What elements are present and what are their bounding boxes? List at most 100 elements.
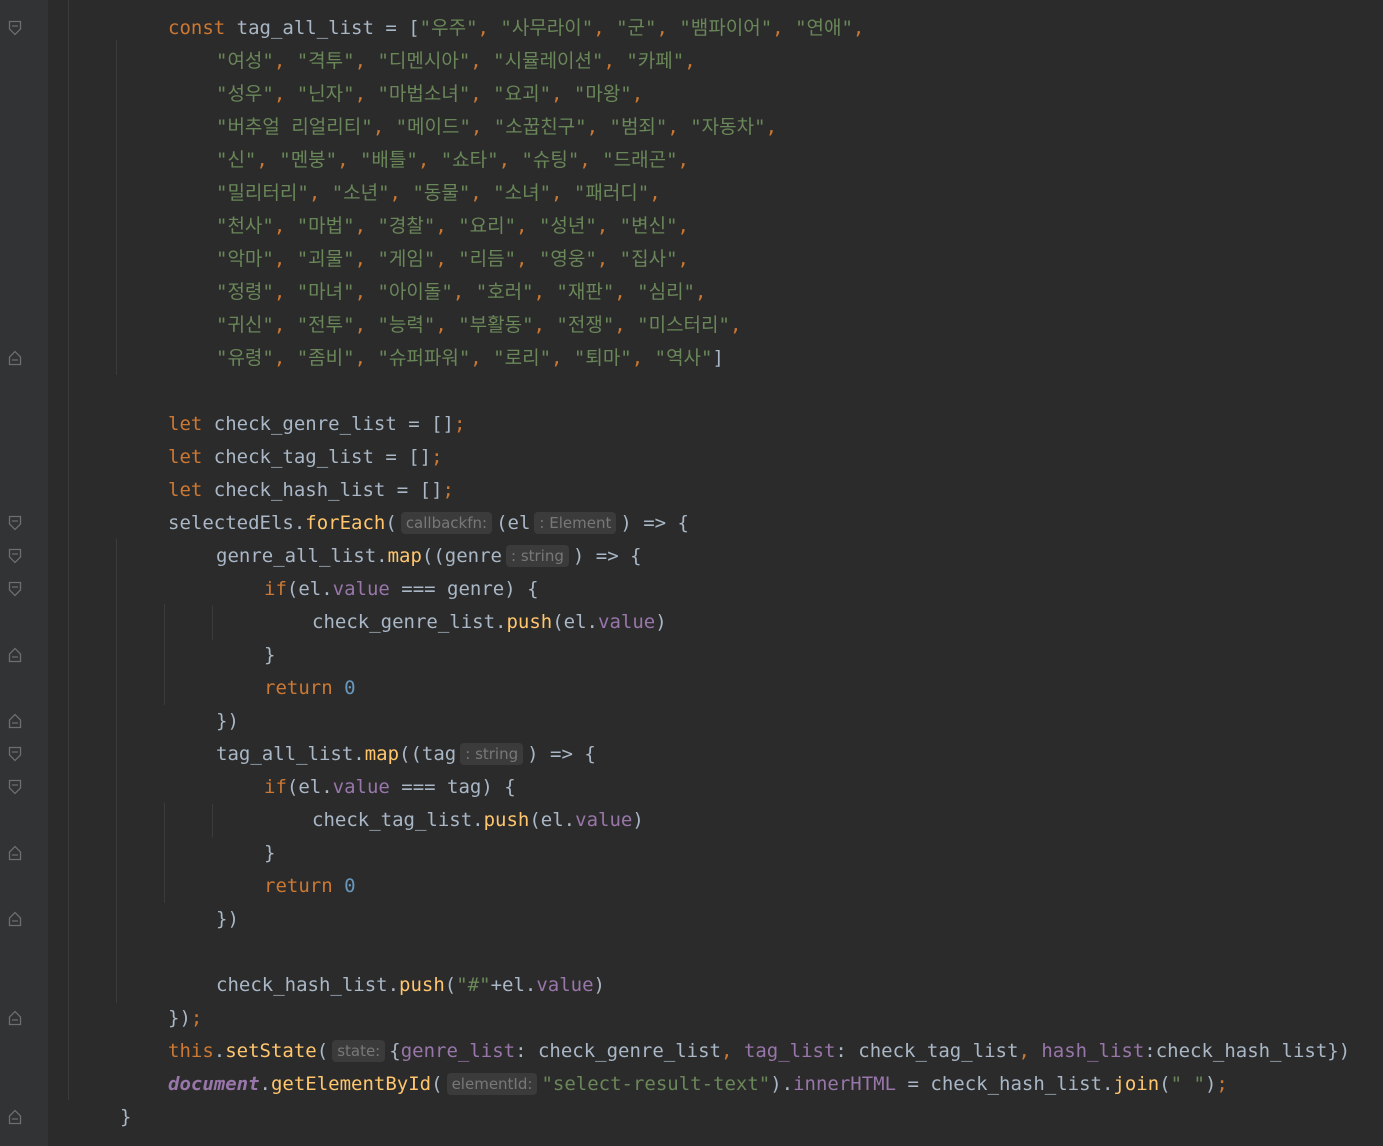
code-token: ).	[770, 1073, 794, 1095]
code-token: ,	[614, 281, 638, 303]
code-token: ,	[1018, 1040, 1042, 1062]
code-token: check_hash_list.	[216, 974, 400, 996]
code-token: "능력"	[377, 314, 436, 336]
code-token: tag_all_list.	[216, 743, 365, 765]
fold-close-icon[interactable]	[8, 911, 22, 927]
code-line[interactable]: if(el.value === genre) {	[264, 573, 539, 606]
code-line[interactable]: })	[216, 705, 239, 738]
code-token: let	[168, 413, 203, 435]
code-token: genre_list	[400, 1040, 516, 1062]
code-token: )	[655, 611, 667, 633]
code-line[interactable]: check_hash_list.push("#"+el.value)	[216, 969, 605, 1002]
code-token: ,	[852, 17, 865, 39]
fold-open-icon[interactable]	[8, 779, 22, 795]
code-token: "유령"	[216, 347, 274, 369]
code-line[interactable]: "신", "멘붕", "배틀", "쇼타", "슈팅", "드래곤",	[216, 144, 689, 177]
code-token: "재판"	[556, 281, 615, 303]
code-token: "버추얼 리얼리티"	[216, 116, 373, 138]
code-line[interactable]: genre_all_list.map((genre: string) => {	[216, 540, 642, 573]
code-token: "배틀"	[359, 149, 418, 171]
code-token: innerHTML	[793, 1073, 897, 1095]
code-line[interactable]: }	[120, 1101, 131, 1134]
code-line[interactable]: "정령", "마녀", "아이돌", "호러", "재판", "심리",	[216, 276, 706, 309]
fold-close-icon[interactable]	[8, 1109, 22, 1125]
fold-open-icon[interactable]	[8, 581, 22, 597]
code-line[interactable]: let check_hash_list = [];	[168, 474, 454, 507]
code-line[interactable]: document.getElementById(elementId: "selec…	[168, 1068, 1228, 1101]
code-line[interactable]: return 0	[264, 870, 356, 903]
code-token: ,	[677, 149, 689, 171]
code-token: ,	[614, 314, 638, 336]
code-token: "슈퍼파워"	[377, 347, 471, 369]
code-line[interactable]: "천사", "마법", "경찰", "요리", "성년", "변신",	[216, 210, 689, 243]
code-token: ,	[631, 347, 655, 369]
code-token: ,	[256, 149, 280, 171]
code-line[interactable]: check_genre_list.push(el.value)	[312, 606, 667, 639]
code-line[interactable]: return 0	[264, 672, 356, 705]
parameter-hint: : Element	[534, 512, 617, 534]
code-token: ,	[273, 215, 297, 237]
fold-open-icon[interactable]	[8, 746, 22, 762]
code-line[interactable]: "버추얼 리얼리티", "메이드", "소꿉친구", "범죄", "자동차",	[216, 111, 777, 144]
code-token: : check_genre_list	[515, 1040, 721, 1062]
code-token: ,	[354, 281, 378, 303]
code-token: (el.	[286, 776, 333, 798]
fold-close-icon[interactable]	[8, 845, 22, 861]
code-token: push	[506, 611, 553, 633]
code-line[interactable]: this.setState(state: {genre_list: check_g…	[168, 1035, 1350, 1068]
code-token: (	[444, 974, 457, 996]
code-line[interactable]: }	[264, 837, 275, 870]
fold-close-icon[interactable]	[8, 713, 22, 729]
code-line[interactable]: let check_genre_list = [];	[168, 408, 465, 441]
editor-gutter	[0, 0, 48, 1146]
code-line[interactable]: let check_tag_list = [];	[168, 441, 443, 474]
code-token: ;	[431, 446, 443, 468]
code-line[interactable]: if(el.value === tag) {	[264, 771, 516, 804]
fold-open-icon[interactable]	[8, 548, 22, 564]
code-token: "마왕"	[573, 83, 632, 105]
code-line[interactable]: "귀신", "전투", "능력", "부활동", "전쟁", "미스터리",	[216, 309, 741, 342]
code-token: tag_list	[743, 1040, 836, 1062]
code-token: ,	[684, 50, 696, 72]
fold-close-icon[interactable]	[8, 647, 22, 663]
code-token: ,	[656, 17, 680, 39]
code-line[interactable]: "악마", "괴물", "게임", "리듬", "영웅", "집사",	[216, 243, 689, 276]
code-line[interactable]: selectedEls.forEach(callbackfn: (el: Elem…	[168, 507, 689, 540]
code-token: check_genre_list = []	[202, 413, 454, 435]
code-line[interactable]: "성우", "닌자", "마법소녀", "요괴", "마왕",	[216, 78, 643, 111]
code-token: ,	[470, 182, 494, 204]
fold-open-icon[interactable]	[8, 20, 22, 36]
code-token: +el.	[490, 974, 537, 996]
code-token: ,	[470, 50, 494, 72]
parameter-hint: : string	[460, 743, 524, 765]
code-line[interactable]: })	[216, 903, 239, 936]
code-line[interactable]: "밀리터리", "소년", "동물", "소녀", "패러디",	[216, 177, 661, 210]
code-line[interactable]: const tag_all_list = ["우주", "사무라이", "군",…	[168, 12, 864, 45]
code-token: "동물"	[412, 182, 471, 204]
fold-close-icon[interactable]	[8, 1010, 22, 1026]
code-token: .	[259, 1073, 271, 1095]
code-token: "악마"	[216, 248, 274, 270]
fold-close-icon[interactable]	[8, 350, 22, 366]
code-token: ,	[273, 248, 297, 270]
indent-guide	[212, 606, 213, 640]
code-line[interactable]: "유령", "좀비", "슈퍼파워", "로리", "퇴마", "역사"]	[216, 342, 724, 375]
code-token: "시뮬레이션"	[493, 50, 604, 72]
code-token: return	[264, 677, 345, 699]
code-token: }	[264, 644, 276, 666]
code-token: "로리"	[493, 347, 552, 369]
code-token: ,	[765, 116, 778, 138]
code-line[interactable]: check_tag_list.push(el.value)	[312, 804, 644, 837]
code-line[interactable]: "여성", "격투", "디멘시아", "시뮬레이션", "카페",	[216, 45, 696, 78]
code-editor[interactable]: const tag_all_list = ["우주", "사무라이", "군",…	[48, 0, 1383, 1146]
code-line[interactable]: }	[264, 639, 275, 672]
code-token: ,	[498, 149, 522, 171]
code-line[interactable]: tag_all_list.map((tag: string) => {	[216, 738, 596, 771]
code-token: check_hash_list = []	[202, 479, 443, 501]
code-line[interactable]: });	[168, 1002, 202, 1035]
code-token: "뱀파이어"	[679, 17, 773, 39]
fold-open-icon[interactable]	[8, 515, 22, 531]
code-token: (	[316, 1040, 329, 1062]
indent-guide	[164, 604, 165, 705]
code-token: ,	[593, 17, 617, 39]
